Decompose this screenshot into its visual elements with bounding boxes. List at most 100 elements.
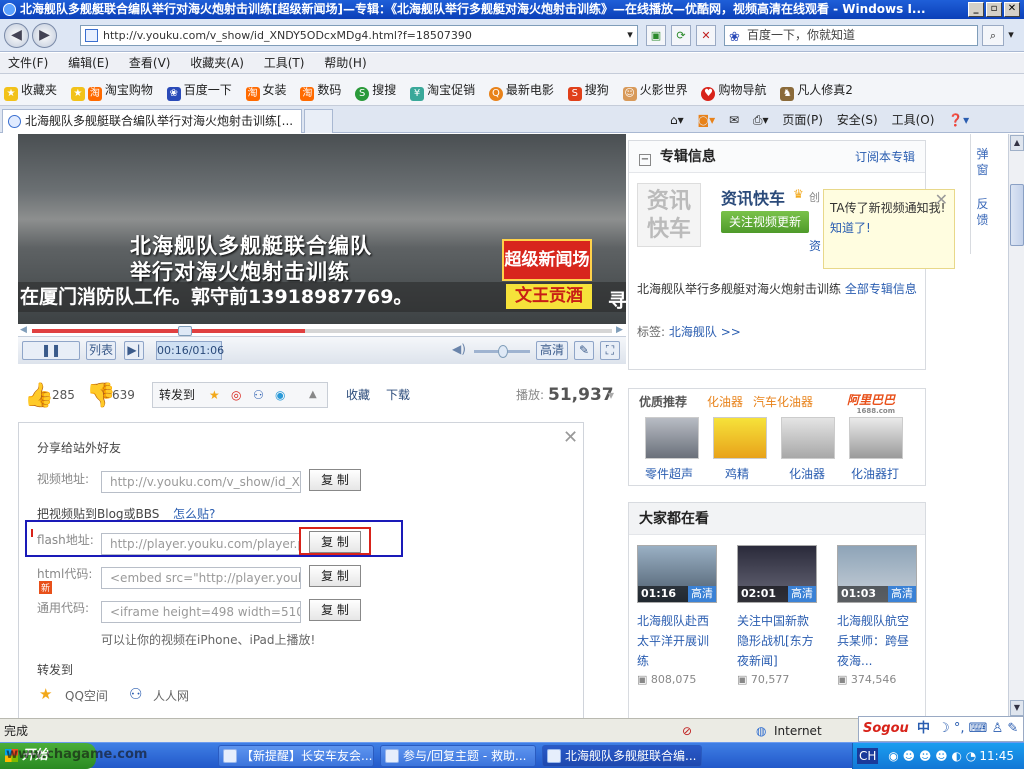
scroll-down-button[interactable]: ▼	[1010, 700, 1024, 716]
minimize-button[interactable]: _	[968, 2, 984, 17]
volume-slider[interactable]	[474, 345, 530, 358]
recommend-tag-2[interactable]: 汽车化油器	[753, 393, 813, 410]
renren-icon[interactable]: ⚇	[253, 383, 264, 407]
fav-item-women[interactable]: 淘女装	[245, 74, 287, 105]
search-field[interactable]: ❀ 百度一下，你就知道	[724, 25, 978, 46]
album-name[interactable]: 资讯快车	[721, 185, 785, 209]
settings-button[interactable]: ✎	[574, 341, 594, 360]
hd-button[interactable]: 高清	[536, 341, 568, 360]
collapse-icon[interactable]: −	[639, 154, 651, 166]
url-field[interactable]: http://v.youku.com/v_show/id_XNDY5ODcxMD…	[80, 25, 638, 46]
fav-item-movies[interactable]: Q 最新电影	[488, 74, 554, 105]
user-icon[interactable]: ♙	[992, 721, 1004, 736]
generic-code-input[interactable]: <iframe height=498 width=510 frameborder…	[101, 601, 301, 623]
progress-bar[interactable]: ◀ ▶	[18, 325, 626, 336]
pause-button[interactable]: ❚❚	[22, 341, 80, 360]
maximize-button[interactable]: ▫	[986, 2, 1002, 17]
refresh-button[interactable]: ⟳	[671, 25, 691, 46]
copy-generic-code-button[interactable]: 复 制	[309, 599, 361, 621]
product-label-1[interactable]: 零件超声	[645, 465, 693, 482]
help-icon[interactable]: ❓▾	[948, 113, 969, 127]
fav-item-promo[interactable]: ¥ 淘宝促销	[410, 74, 475, 105]
list-button[interactable]: 列表	[86, 341, 116, 360]
task-button-3-active[interactable]: 北海舰队多舰艇联合编...	[542, 745, 702, 767]
tooltip-close-icon[interactable]: ✕	[935, 190, 948, 210]
next-button[interactable]: ▶|	[124, 341, 144, 360]
video-title-2[interactable]: 关注中国新款 隐形战机[东方 夜新闻]	[737, 611, 827, 671]
video-thumb-1[interactable]: 01:16 高清	[637, 545, 717, 603]
fav-item-soso[interactable]: S 搜搜	[355, 74, 396, 105]
menu-tools[interactable]: 工具(T)	[256, 53, 313, 74]
menu-file[interactable]: 文件(F)	[0, 53, 56, 74]
close-icon[interactable]: ✕	[563, 427, 578, 448]
scroll-thumb[interactable]	[1010, 184, 1024, 246]
tools-menu[interactable]: 工具(O)	[892, 113, 935, 127]
video-thumb-2[interactable]: 02:01 高清	[737, 545, 817, 603]
search-options-button[interactable]: ▾	[1004, 25, 1018, 46]
html-code-input[interactable]: <embed src="http://player.youku.com/play…	[101, 567, 301, 589]
recommend-tag-1[interactable]: 化油器	[707, 393, 743, 410]
fav-item-sogou[interactable]: S 搜狗	[567, 74, 609, 105]
home-icon[interactable]: ⌂▾	[670, 113, 684, 127]
thumbs-up-icon[interactable]: 👍	[24, 378, 54, 412]
volume-knob[interactable]	[498, 345, 508, 358]
product-image-1[interactable]	[645, 417, 699, 459]
product-image-4[interactable]	[849, 417, 903, 459]
download-link[interactable]: 下载	[386, 378, 410, 412]
fav-item-digital[interactable]: 淘数码	[300, 74, 341, 105]
fav-item-baidu[interactable]: ❀ 百度一下	[166, 74, 232, 105]
keyboard-icon[interactable]: ⌨	[969, 721, 988, 736]
menu-edit[interactable]: 编辑(E)	[60, 53, 117, 74]
qzone-icon[interactable]: ★	[209, 383, 220, 407]
copy-html-code-button[interactable]: 复 制	[309, 565, 361, 587]
scroll-up-button[interactable]: ▲	[1010, 135, 1024, 151]
sogou-ime-bar[interactable]: Sogou 中 ☽ °, ⌨ ♙ ✎	[858, 716, 1024, 742]
all-album-link[interactable]: 全部专辑信息	[845, 282, 917, 296]
tools-icon[interactable]: ✎	[1007, 721, 1018, 736]
flash-url-input[interactable]: http://player.youku.com/player.php/sid/X…	[101, 533, 301, 555]
fullscreen-button[interactable]: ⛶	[600, 341, 620, 360]
volume-icon[interactable]: ◀)	[452, 342, 466, 356]
product-image-3[interactable]	[781, 417, 835, 459]
menu-help[interactable]: 帮助(H)	[316, 53, 374, 74]
language-indicator[interactable]: CH	[857, 748, 879, 764]
search-button[interactable]: ⌕	[982, 25, 1004, 46]
copy-video-url-button[interactable]: 复 制	[309, 469, 361, 491]
forward-button[interactable]: ▶	[32, 23, 57, 48]
fav-item-naruto[interactable]: ☺ 火影世界	[622, 74, 688, 105]
tencent-weibo-icon[interactable]: ◉	[275, 383, 285, 407]
menu-view[interactable]: 查看(V)	[121, 53, 179, 74]
url-dropdown-button[interactable]: ▾	[622, 25, 638, 46]
close-button[interactable]: ✕	[1004, 2, 1020, 17]
vertical-scrollbar[interactable]: ▲ ▼	[1008, 134, 1024, 718]
tray-icons[interactable]: ◉ ☻ ☻ ☻ ◐ ◔	[888, 749, 976, 763]
copy-flash-url-button[interactable]: 复 制	[309, 531, 361, 553]
qzone-link[interactable]: QQ空间	[65, 687, 108, 704]
video-player[interactable]: 北海舰队多舰艇联合编队 举行对海火炮射击训练 超级新闻场 在厦门消防队工作。郭守…	[18, 134, 627, 324]
tag-more-icon[interactable]: >>	[721, 325, 741, 339]
fav-item-novel[interactable]: ♞ 凡人修真2	[780, 74, 853, 105]
more-forward-icon[interactable]: ▲	[309, 383, 317, 407]
tab-current[interactable]: 北海舰队多舰艇联合编队举行对海火炮射击训练[...	[2, 109, 302, 133]
tooltip-ok-link[interactable]: 知道了!	[830, 221, 871, 235]
video-url-input[interactable]: http://v.youku.com/v_show/id_XNDY5ODcxMD…	[101, 471, 301, 493]
product-label-2[interactable]: 鸡精	[725, 465, 749, 482]
punct-icon[interactable]: °,	[954, 721, 965, 736]
album-logo[interactable]: 资讯快车	[637, 183, 701, 247]
menu-favorites[interactable]: 收藏夹(A)	[182, 53, 252, 74]
print-icon[interactable]: ⎙▾	[753, 113, 769, 127]
mail-icon[interactable]: ✉	[729, 113, 739, 127]
weibo-icon[interactable]: ◎	[231, 383, 241, 407]
task-button-1[interactable]: 【新提醒】长安车友会...	[218, 745, 374, 767]
popup-link[interactable]: 弹窗	[976, 134, 990, 178]
new-tab-button[interactable]	[304, 109, 333, 133]
progress-knob[interactable]	[178, 326, 192, 336]
product-label-3[interactable]: 化油器	[789, 465, 825, 482]
subscribe-link[interactable]: 订阅本专辑	[855, 141, 915, 173]
task-button-2[interactable]: 参与/回复主题 - 救助...	[380, 745, 536, 767]
back-button[interactable]: ◀	[4, 23, 29, 48]
feedback-link[interactable]: 反馈	[976, 178, 990, 228]
favorites-button[interactable]: ★ 收藏夹	[4, 74, 57, 105]
compat-view-button[interactable]: ▣	[646, 25, 666, 46]
tag-link[interactable]: 北海舰队	[669, 325, 717, 339]
